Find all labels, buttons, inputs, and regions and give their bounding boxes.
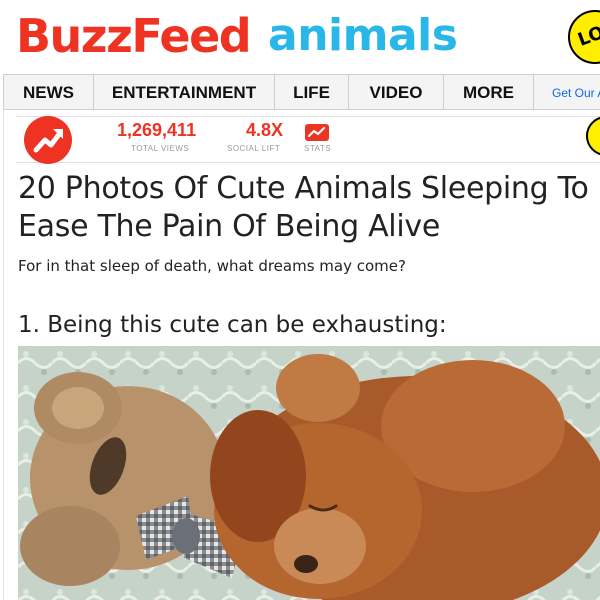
nav-item-more[interactable]: MORE bbox=[444, 75, 534, 109]
sleeping-puppy-photo bbox=[18, 346, 600, 600]
social-lift-label: SOCIAL LIFT bbox=[227, 144, 281, 153]
stats-label[interactable]: STATS bbox=[304, 144, 331, 153]
get-our-app-link[interactable]: Get Our A bbox=[552, 75, 600, 109]
total-views-count: 1,269,411 bbox=[117, 120, 197, 140]
nav-item-video[interactable]: VIDEO bbox=[349, 75, 444, 109]
photo-illustration bbox=[18, 346, 600, 600]
nav-item-news[interactable]: NEWS bbox=[4, 75, 94, 109]
trending-arrow-icon bbox=[24, 116, 72, 164]
total-views-label: TOTAL VIEWS bbox=[131, 144, 190, 153]
line-chart-icon[interactable] bbox=[305, 124, 329, 141]
social-lift-value: 4.8X bbox=[246, 120, 284, 140]
lol-badge-text: LO bbox=[575, 22, 600, 51]
page-left-border bbox=[3, 110, 4, 600]
buzzfeed-logo[interactable]: BuzzFeed bbox=[16, 6, 252, 66]
nav-item-life[interactable]: LIFE bbox=[275, 75, 349, 109]
site-header: BuzzFeed animals LO bbox=[0, 0, 600, 74]
article-title: 20 Photos Of Cute Animals Sleeping To Ea… bbox=[18, 171, 589, 244]
article-subtitle: For in that sleep of death, what dreams … bbox=[18, 257, 406, 275]
main-nav: NEWS ENTERTAINMENT LIFE VIDEO MORE Get O… bbox=[3, 74, 600, 110]
list-item-heading: 1. Being this cute can be exhausting: bbox=[18, 312, 447, 338]
nav-item-entertainment[interactable]: ENTERTAINMENT bbox=[94, 75, 275, 109]
lol-badge-icon[interactable]: LO bbox=[568, 10, 600, 64]
section-name-animals[interactable]: animals bbox=[268, 6, 458, 66]
